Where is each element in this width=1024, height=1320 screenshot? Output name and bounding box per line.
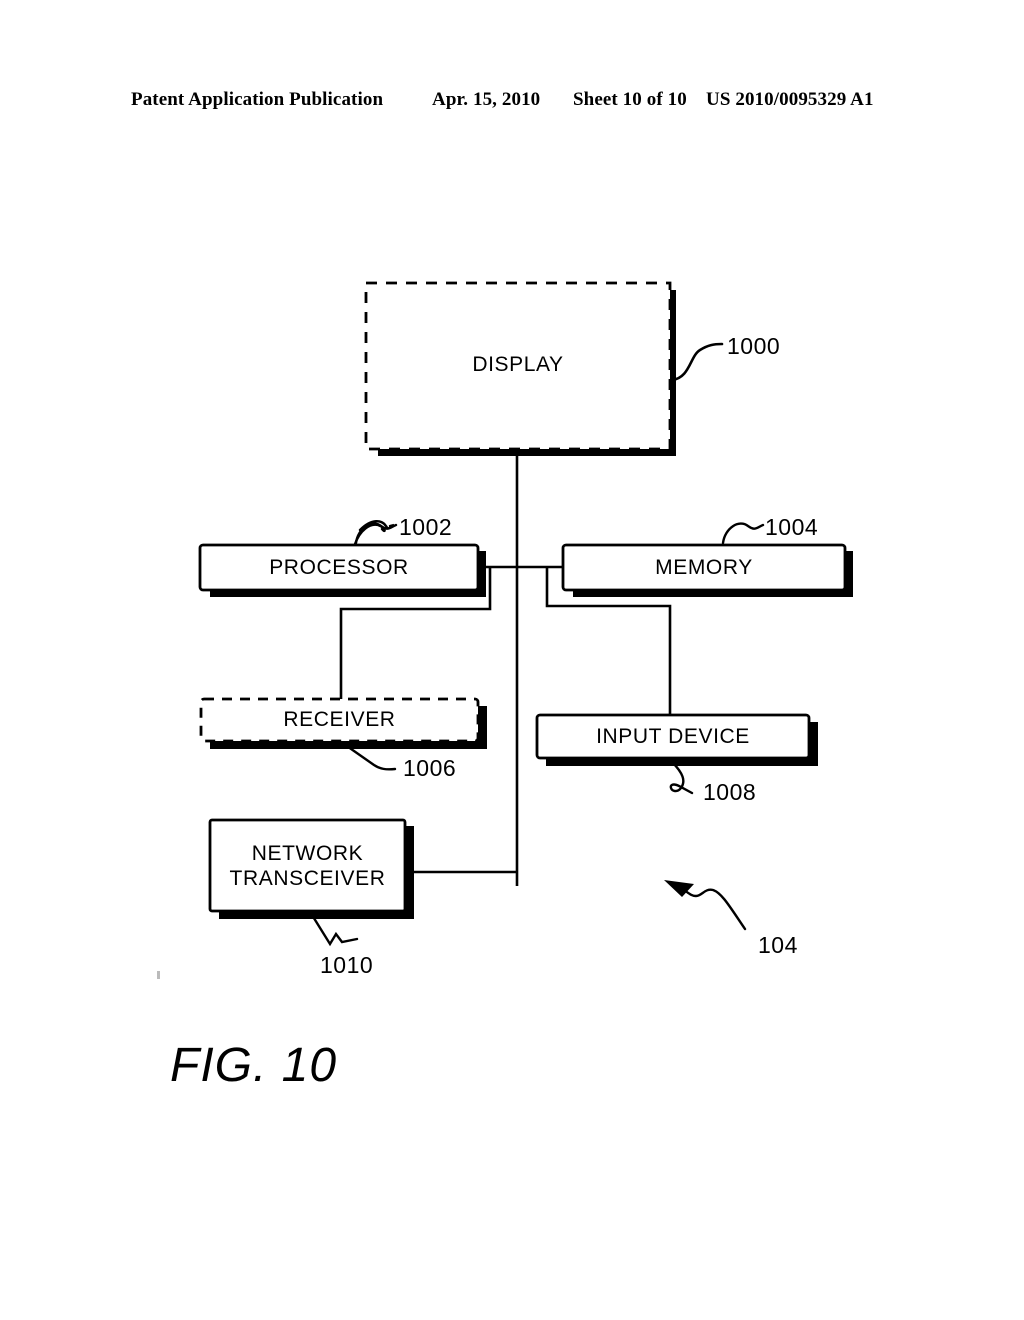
block-memory[interactable] <box>561 543 853 597</box>
block-network-transceiver[interactable] <box>208 818 414 919</box>
ref-numeral-1010: 1010 <box>320 952 374 978</box>
processor-box <box>198 543 480 592</box>
ref-numeral-1004: 1004 <box>765 514 819 540</box>
memory-box <box>561 543 847 592</box>
leader-1004 <box>721 522 765 545</box>
block-display[interactable] <box>364 281 676 456</box>
figure-caption: FIG. 10 <box>170 1039 338 1092</box>
block-input-device[interactable] <box>535 713 818 766</box>
ref-numeral-1006: 1006 <box>403 755 457 781</box>
ref-numeral-104: 104 <box>758 932 798 958</box>
input-device-box <box>535 713 811 760</box>
display-box <box>364 281 672 451</box>
block-receiver[interactable] <box>199 697 487 749</box>
leader-1000 <box>670 342 724 382</box>
network-transceiver-box <box>208 818 407 913</box>
patent-figure-diagram: DISPLAY PROCESSOR MEMORY RECEIVER INPUT … <box>0 0 1024 1320</box>
scan-artifact <box>157 971 160 979</box>
ref-numeral-1002: 1002 <box>399 514 453 540</box>
ref-numeral-1008: 1008 <box>703 779 757 805</box>
leader-1010 <box>310 913 359 947</box>
leader-104 <box>677 885 747 931</box>
figure-svg-canvas <box>157 281 853 979</box>
block-processor[interactable] <box>198 543 486 597</box>
ref-numeral-1000: 1000 <box>727 333 781 359</box>
receiver-box <box>199 697 480 743</box>
leader-1008 <box>669 760 694 795</box>
